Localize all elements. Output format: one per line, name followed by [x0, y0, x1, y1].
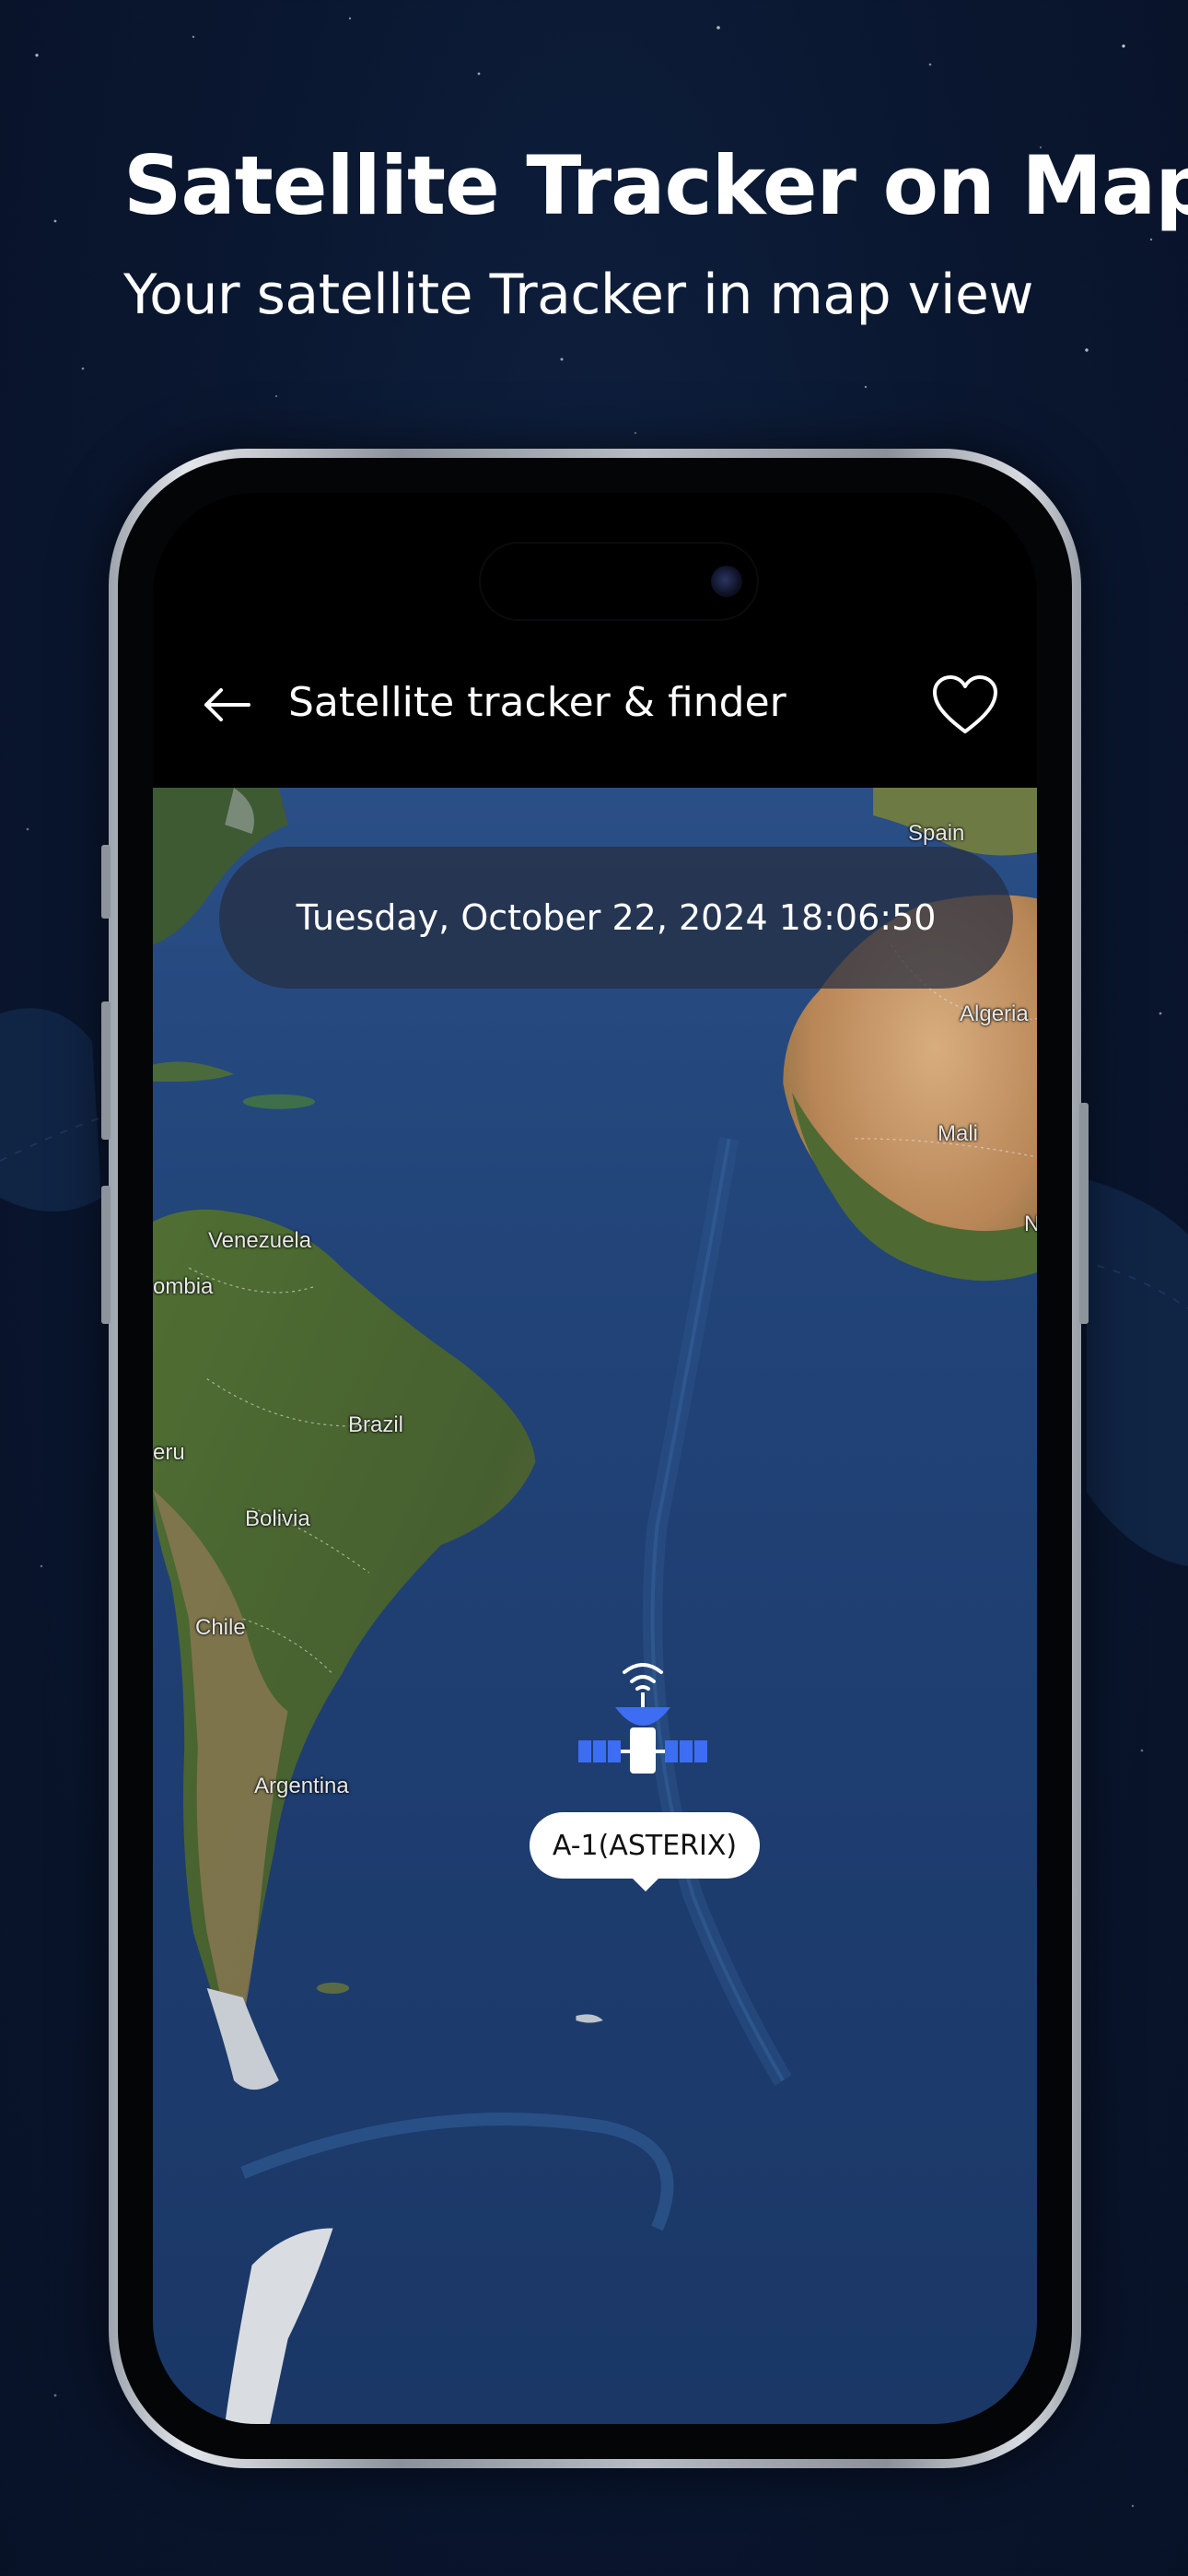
favorite-button[interactable]: [925, 664, 1006, 745]
satellite-icon: [578, 1663, 707, 1774]
back-button[interactable]: [197, 675, 256, 734]
phone-bezel: Satellite tracker & finder Spain Algeria…: [118, 458, 1072, 2459]
map-label-bolivia: Bolivia: [245, 1506, 310, 1531]
dynamic-island: [481, 544, 757, 619]
promo-title: Satellite Tracker on Map: [123, 138, 1188, 233]
map-terrain: [153, 788, 1037, 2424]
map-label-peru: eru: [153, 1440, 185, 1465]
map-label-colombia: ombia: [153, 1274, 214, 1299]
phone-power-button: [1079, 1103, 1089, 1324]
current-datetime: Tuesday, October 22, 2024 18:06:50: [296, 897, 937, 938]
satellite-map[interactable]: Spain Algeria Mali Nig Venezuela ombia e…: [153, 788, 1037, 2424]
satellite-name-label[interactable]: A-1(ASTERIX): [530, 1812, 760, 1891]
app-title: Satellite tracker & finder: [288, 679, 786, 726]
app-bar: Satellite tracker & finder: [153, 631, 1037, 779]
front-camera: [711, 566, 742, 597]
map-label-brazil: Brazil: [348, 1412, 404, 1437]
phone-mockup: Satellite tracker & finder Spain Algeria…: [101, 449, 1089, 2468]
phone-screen: Satellite tracker & finder Spain Algeria…: [153, 493, 1037, 2424]
phone-volume-down-button: [101, 1186, 111, 1324]
map-label-algeria: Algeria: [960, 1001, 1029, 1026]
heart-outline-icon: [933, 675, 997, 733]
phone-volume-up-button: [101, 1001, 111, 1140]
satellite-marker[interactable]: [578, 1663, 707, 1792]
arrow-left-icon: [204, 688, 250, 721]
map-label-venezuela: Venezuela: [208, 1228, 312, 1253]
map-label-argentina: Argentina: [254, 1774, 349, 1798]
datetime-pill: Tuesday, October 22, 2024 18:06:50: [219, 847, 1013, 989]
phone-side-button: [101, 845, 111, 919]
map-label-niger: Nig: [1024, 1212, 1037, 1236]
promo-subtitle: Your satellite Tracker in map view: [123, 263, 1033, 327]
map-label-mali: Mali: [938, 1121, 979, 1146]
map-label-spain: Spain: [908, 821, 965, 846]
map-label-chile: Chile: [195, 1615, 246, 1640]
